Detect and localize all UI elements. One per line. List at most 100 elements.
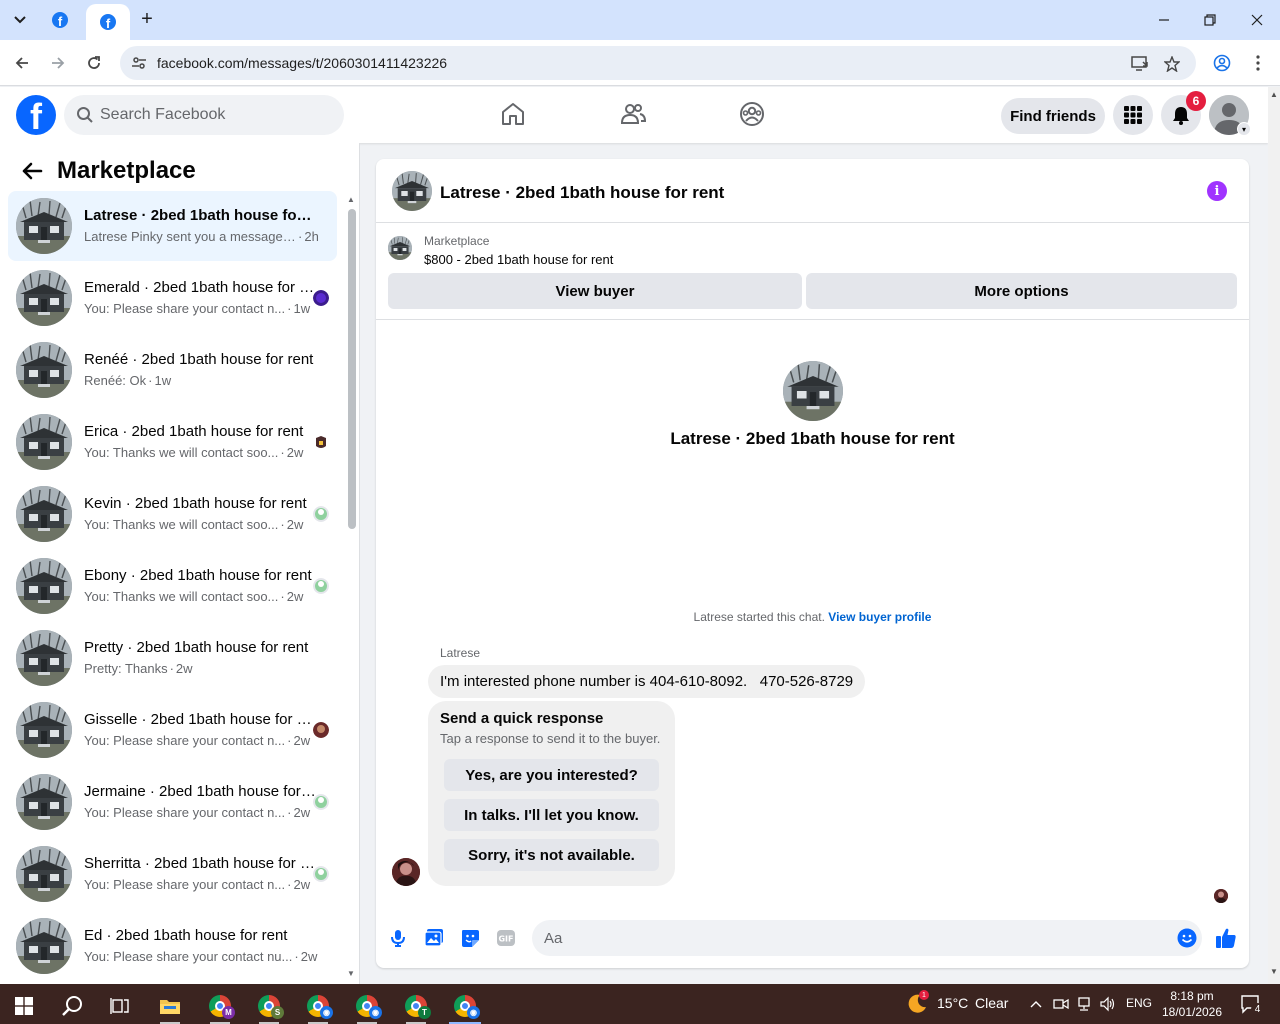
show-hidden-icons-chevron-icon[interactable] [1027, 995, 1045, 1013]
conversation-thumbnail [16, 630, 72, 686]
seen-avatar-icon [313, 434, 329, 450]
chrome-taskbar-button[interactable]: ◉ [445, 988, 485, 1024]
quick-response-button[interactable]: Sorry, it's not available. [444, 839, 659, 871]
like-thumbs-up-icon[interactable] [1214, 926, 1238, 950]
conversation-item[interactable]: Ed · 2bed 1bath house for rent You: Plea… [8, 911, 337, 981]
listing-thumbnail[interactable] [388, 236, 412, 260]
quick-response-card: Send a quick response Tap a response to … [428, 701, 675, 886]
conversation-item[interactable]: Jermaine · 2bed 1bath house for rent You… [8, 767, 337, 837]
microphone-icon[interactable] [386, 926, 410, 950]
weather-temperature[interactable]: 15°C [937, 995, 968, 1011]
install-app-icon[interactable] [1130, 54, 1150, 74]
scrollbar-thumb[interactable] [348, 209, 356, 529]
arrow-right-icon [52, 57, 65, 69]
facebook-logo[interactable]: f [16, 95, 56, 135]
view-buyer-profile-link[interactable]: View buyer profile [828, 610, 931, 624]
chat-avatar[interactable] [392, 171, 432, 211]
weather-moon-icon[interactable]: 1 [905, 990, 929, 1016]
home-nav-button[interactable] [498, 99, 528, 129]
conversation-item[interactable]: Emerald · 2bed 1bath house for rent You:… [8, 263, 337, 333]
file-explorer-button[interactable] [150, 988, 190, 1024]
minimize-button[interactable] [1152, 8, 1176, 32]
chrome-taskbar-button[interactable]: ◉ [298, 988, 338, 1024]
sticker-icon[interactable] [458, 926, 482, 950]
scroll-down-arrow-icon[interactable]: ▼ [1270, 967, 1278, 976]
forward-button[interactable] [45, 50, 71, 76]
separator-dot: · [280, 517, 285, 532]
conversation-item[interactable]: Ebony · 2bed 1bath house for rent You: T… [8, 551, 337, 621]
more-options-button[interactable]: More options [806, 273, 1237, 309]
chat-panel: Latrese · 2bed 1bath house for rent i Ma… [376, 159, 1249, 968]
sidebar-scrollbar[interactable]: ▲ ▼ [346, 195, 358, 984]
notification-center-button[interactable]: 4 [1238, 992, 1264, 1016]
sender-avatar[interactable] [392, 858, 420, 886]
conversation-item[interactable]: Kevin · 2bed 1bath house for rent You: T… [8, 479, 337, 549]
listing-price[interactable]: $800 - 2bed 1bath house for rent [424, 252, 613, 267]
conversation-item[interactable]: Gisselle · 2bed 1bath house for rent You… [8, 695, 337, 765]
chat-title[interactable]: Latrese · 2bed 1bath house for rent [440, 183, 724, 203]
conversation-item[interactable]: Latrese · 2bed 1bath house for rent Latr… [8, 191, 337, 261]
menu-button[interactable] [1113, 95, 1153, 135]
profile-menu-button[interactable] [1209, 50, 1235, 76]
info-icon[interactable]: i [1207, 181, 1227, 201]
system-clock[interactable]: 8:18 pm 18/01/2026 [1156, 988, 1228, 1020]
chrome-taskbar-button[interactable]: ◉ [347, 988, 387, 1024]
conversation-item[interactable]: Erica · 2bed 1bath house for rent You: T… [8, 407, 337, 477]
page-scrollbar[interactable]: ▲ ▼ [1268, 87, 1280, 984]
conversation-item[interactable]: Renéé · 2bed 1bath house for rent Renéé:… [8, 335, 337, 405]
quick-response-title: Send a quick response [440, 710, 604, 727]
conversation-item[interactable]: Sherritta · 2bed 1bath house for rent Yo… [8, 839, 337, 909]
emoji-icon[interactable] [1177, 928, 1197, 948]
address-bar[interactable]: facebook.com/messages/t/2060301411423226 [120, 46, 1196, 80]
url-text[interactable]: facebook.com/messages/t/2060301411423226 [157, 55, 447, 71]
reload-button[interactable] [81, 50, 107, 76]
weather-description[interactable]: Clear [975, 995, 1008, 1011]
tab-search-button[interactable] [6, 6, 34, 34]
view-buyer-button[interactable]: View buyer [388, 273, 802, 309]
facebook-favicon-icon: f [100, 14, 116, 30]
photo-icon[interactable] [422, 926, 446, 950]
restore-button[interactable] [1198, 8, 1222, 32]
scroll-down-arrow-icon[interactable]: ▼ [347, 969, 355, 978]
taskbar-search-button[interactable] [52, 988, 92, 1024]
chrome-taskbar-button[interactable]: S [249, 988, 289, 1024]
house-photo [16, 270, 72, 326]
conversation-item[interactable]: Pretty · 2bed 1bath house for rent Prett… [8, 623, 337, 693]
back-arrow-icon[interactable] [20, 159, 44, 183]
network-icon[interactable] [1075, 995, 1093, 1013]
site-settings-icon[interactable] [130, 54, 148, 72]
facebook-search[interactable] [64, 95, 344, 135]
close-window-button[interactable] [1245, 8, 1269, 32]
conversation-thumbnail [16, 198, 72, 254]
conversation-name: Latrese · 2bed 1bath house for rent [84, 207, 316, 224]
message-input-box[interactable] [532, 920, 1202, 956]
scroll-up-arrow-icon[interactable]: ▲ [1270, 90, 1278, 99]
conversation-thumbnail [16, 558, 72, 614]
quick-response-button[interactable]: In talks. I'll let you know. [444, 799, 659, 831]
volume-icon[interactable] [1099, 995, 1117, 1013]
search-input[interactable] [100, 95, 330, 135]
account-menu-chevron-icon[interactable]: ▾ [1237, 122, 1251, 136]
browser-tab-facebook-active[interactable]: f [86, 4, 130, 40]
task-view-button[interactable] [100, 988, 140, 1024]
meet-now-icon[interactable] [1052, 995, 1070, 1013]
browser-tab-facebook-1[interactable]: f [42, 6, 78, 34]
language-indicator[interactable]: ENG [1126, 996, 1152, 1010]
browser-menu-button[interactable] [1245, 50, 1271, 76]
chrome-taskbar-button[interactable]: T [396, 988, 436, 1024]
find-friends-button[interactable]: Find friends [1001, 98, 1105, 134]
minimize-icon [1159, 19, 1169, 21]
back-button[interactable] [9, 50, 35, 76]
quick-response-button[interactable]: Yes, are you interested? [444, 759, 659, 791]
bookmark-star-icon[interactable] [1162, 54, 1182, 74]
start-button[interactable] [4, 988, 44, 1024]
snippet-text: Latrese Pinky sent you a message a... [84, 229, 296, 244]
new-tab-button[interactable]: + [136, 8, 158, 30]
chrome-taskbar-button[interactable]: M [200, 988, 240, 1024]
groups-nav-button[interactable] [737, 99, 767, 129]
message-input[interactable] [544, 920, 1164, 956]
scroll-up-arrow-icon[interactable]: ▲ [347, 195, 355, 204]
message-bubble[interactable]: I'm interested phone number is 404-610-8… [428, 665, 866, 698]
gif-icon[interactable]: GIF [494, 926, 518, 950]
friends-nav-button[interactable] [618, 99, 648, 129]
